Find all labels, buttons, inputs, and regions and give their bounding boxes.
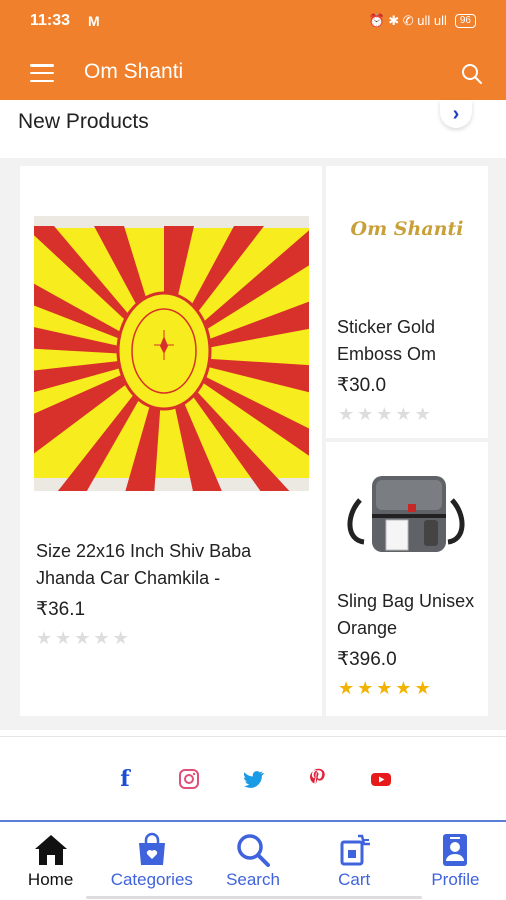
battery-icon: 96 xyxy=(454,14,476,28)
next-arrow-button[interactable]: › xyxy=(440,100,472,128)
product-card-sticker[interactable]: Om Shanti Sticker Gold Emboss Om ₹30.0 ★… xyxy=(326,166,488,438)
nav-cart[interactable]: Cart xyxy=(304,822,405,900)
star-icon: ★ xyxy=(93,628,113,648)
app-bar: Om Shanti xyxy=(0,42,506,100)
home-icon xyxy=(34,835,67,865)
cart-icon xyxy=(340,834,371,866)
nav-categories[interactable]: Categories xyxy=(101,822,202,900)
status-time: 11:33 xyxy=(30,12,71,29)
product-card-jhanda[interactable]: Size 22x16 Inch Shiv Baba Jhanda Car Cha… xyxy=(20,166,322,716)
product-card-sling-bag[interactable]: Sling Bag Unisex Orange ₹396.0 ★★★★★ xyxy=(326,442,488,716)
nav-search[interactable]: Search xyxy=(202,822,303,900)
star-icon: ★ xyxy=(55,628,75,648)
nav-home[interactable]: Home xyxy=(0,822,101,900)
status-bar: 11:33 M ⏰ ✱ ✆ ull ull 96 xyxy=(0,0,506,42)
star-icon: ★ xyxy=(414,678,434,698)
home-indicator xyxy=(86,896,422,899)
status-icons: ⏰ ✱ ✆ ull ull 96 xyxy=(368,13,476,29)
star-icon: ★ xyxy=(414,404,434,424)
product-carousel: Size 22x16 Inch Shiv Baba Jhanda Car Cha… xyxy=(0,158,506,730)
section-title: New Products xyxy=(18,110,149,133)
star-icon: ★ xyxy=(376,678,396,698)
star-icon: ★ xyxy=(395,404,415,424)
rating-stars: ★★★★★ xyxy=(338,678,434,699)
mail-icon: M xyxy=(88,13,100,29)
product-name: Sticker Gold Emboss Om xyxy=(337,317,437,364)
product-image-sticker: Om Shanti xyxy=(350,218,464,240)
twitter-icon[interactable] xyxy=(242,768,264,790)
youtube-icon[interactable] xyxy=(370,768,392,790)
star-icon: ★ xyxy=(74,628,94,648)
rating-stars: ★★★★★ xyxy=(338,404,434,425)
nav-label: Home xyxy=(27,870,74,889)
main-content: New Products › Size 22x16 Inch Shiv Baba… xyxy=(0,100,506,820)
search-icon xyxy=(237,834,270,867)
search-icon[interactable] xyxy=(460,62,484,86)
star-icon: ★ xyxy=(338,404,358,424)
nav-label: Cart xyxy=(338,870,371,889)
flag-graphic xyxy=(34,216,309,491)
rating-stars: ★★★★★ xyxy=(36,628,132,649)
bottom-navigation: Home Categories Search Cart Profile xyxy=(0,820,506,900)
nav-label: Categories xyxy=(110,870,193,889)
product-image-flag xyxy=(34,216,309,491)
product-image-bag xyxy=(347,476,465,552)
nav-profile[interactable]: Profile xyxy=(405,822,506,900)
product-name: Size 22x16 Inch Shiv Baba Jhanda Car Cha… xyxy=(36,541,252,588)
profile-icon xyxy=(443,834,468,866)
bag-icon xyxy=(138,832,165,865)
star-icon: ★ xyxy=(357,404,377,424)
product-price: ₹36.1 xyxy=(36,599,86,620)
facebook-icon[interactable]: f xyxy=(114,766,136,792)
product-price: ₹396.0 xyxy=(337,649,397,670)
star-icon: ★ xyxy=(357,678,377,698)
star-icon: ★ xyxy=(338,678,358,698)
pinterest-icon[interactable] xyxy=(306,768,328,790)
nav-label: Profile xyxy=(431,870,480,889)
nav-label: Search xyxy=(226,870,280,889)
app-title: Om Shanti xyxy=(84,60,184,83)
star-icon: ★ xyxy=(395,678,415,698)
star-icon: ★ xyxy=(36,628,56,648)
product-name: Sling Bag Unisex Orange xyxy=(337,591,475,638)
menu-icon[interactable] xyxy=(30,64,54,82)
product-price: ₹30.0 xyxy=(337,375,387,396)
star-icon: ★ xyxy=(112,628,132,648)
star-icon: ★ xyxy=(376,404,396,424)
social-links: f xyxy=(0,736,506,820)
status-right-icons: ⏰ ✱ ✆ ull ull xyxy=(368,13,447,28)
instagram-icon[interactable] xyxy=(178,768,200,790)
